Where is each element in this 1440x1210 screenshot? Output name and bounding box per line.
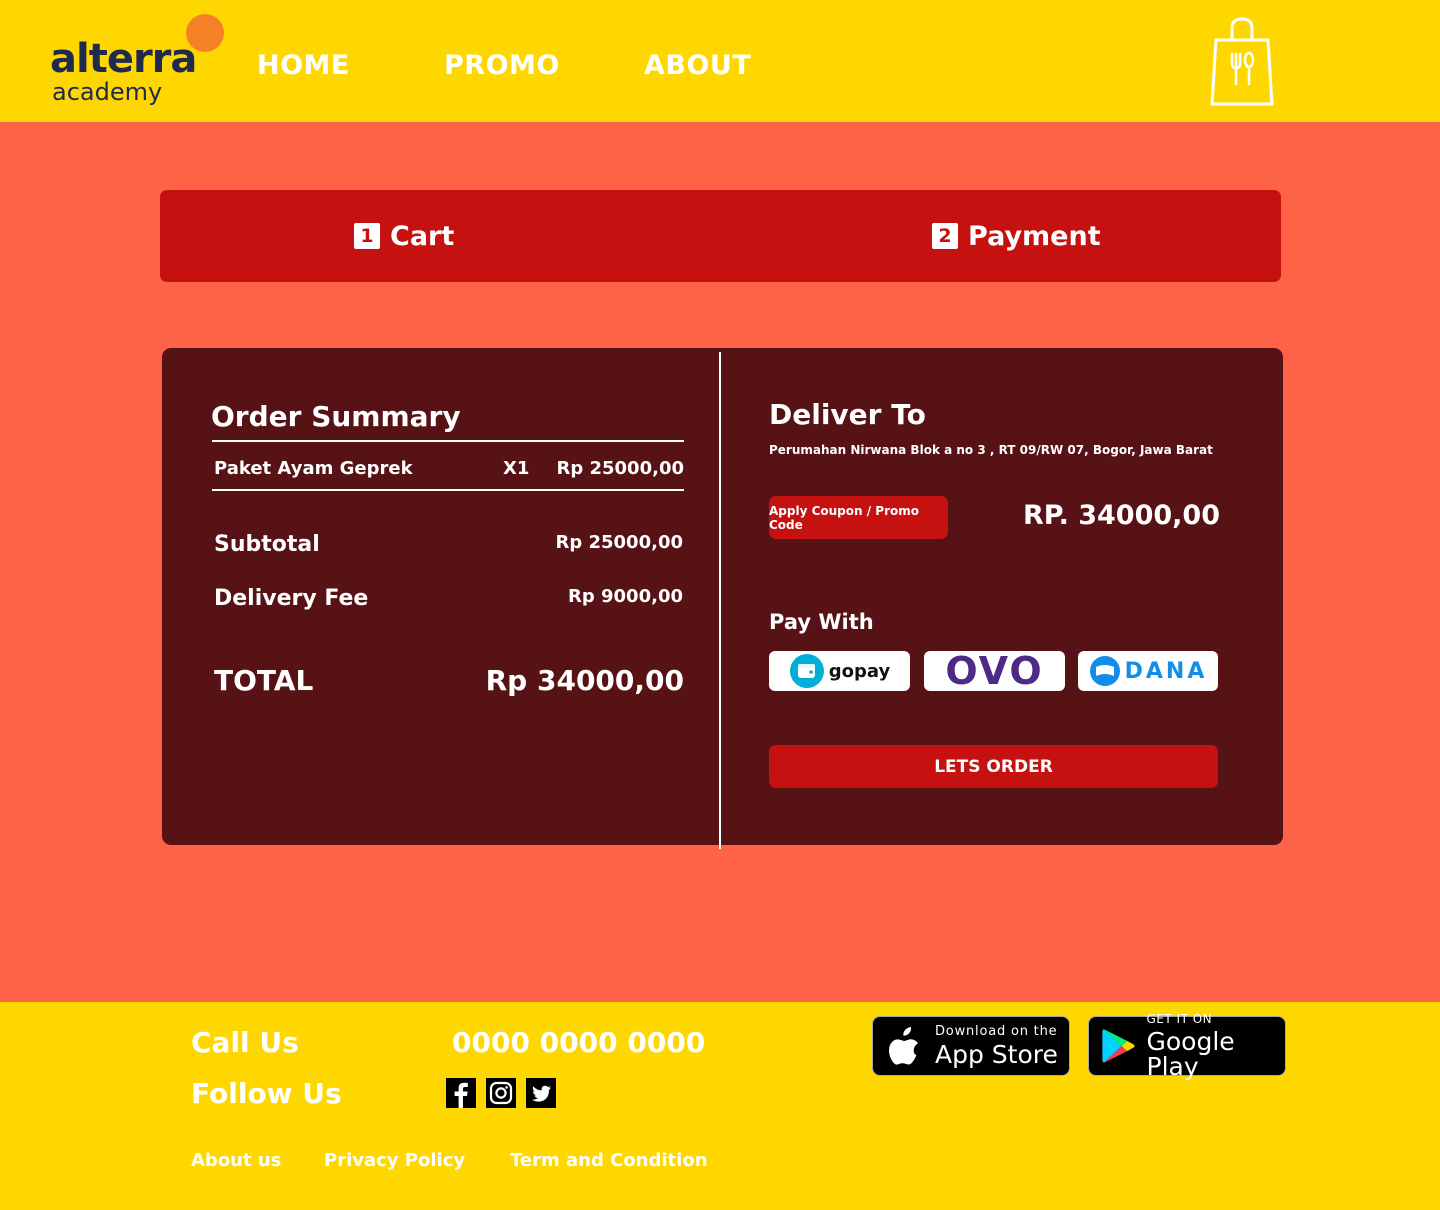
site-header: alterra academy HOME PROMO ABOUT <box>0 0 1440 122</box>
site-footer: Call Us 0000 0000 0000 Follow Us Downloa… <box>0 1002 1440 1210</box>
payment-option-dana[interactable]: DANA <box>1078 651 1218 691</box>
subtotal-label: Subtotal <box>214 532 320 557</box>
apple-icon <box>889 1027 918 1065</box>
lets-order-button[interactable]: LETS ORDER <box>769 745 1218 788</box>
app-store-small-text: Download on the <box>935 1024 1058 1039</box>
step-number-badge: 2 <box>932 223 958 249</box>
item-price: Rp 25000,00 <box>556 458 684 479</box>
delivery-fee-value: Rp 9000,00 <box>568 586 683 607</box>
checkout-card: Order Summary Paket Ayam Geprek X1 Rp 25… <box>162 348 1283 849</box>
subtotal-value: Rp 25000,00 <box>555 532 683 553</box>
step-cart[interactable]: 1 Cart <box>354 190 454 282</box>
item-quantity: X1 <box>503 458 530 479</box>
google-play-icon <box>1102 1029 1135 1063</box>
app-store-button[interactable]: Download on the App Store <box>872 1016 1070 1076</box>
total-label: TOTAL <box>214 664 314 697</box>
dana-icon <box>1089 656 1120 686</box>
summary-divider-bottom <box>212 489 684 491</box>
summary-divider-top <box>212 440 684 442</box>
shopping-bag-icon[interactable] <box>1208 16 1276 108</box>
delivery-address: Perumahan Nirwana Blok a no 3 , RT 09/RW… <box>769 443 1213 457</box>
step-number-badge: 1 <box>354 223 380 249</box>
instagram-icon[interactable] <box>486 1078 516 1108</box>
delivery-fee-label: Delivery Fee <box>214 586 369 611</box>
nav-about-link[interactable]: ABOUT <box>644 50 751 81</box>
item-name: Paket Ayam Geprek <box>214 458 413 479</box>
google-play-small-text: GET IT ON <box>1146 1012 1213 1026</box>
nav-promo-link[interactable]: PROMO <box>444 50 560 81</box>
gopay-label: gopay <box>828 660 891 682</box>
payable-amount: RP. 34000,00 <box>1022 500 1220 531</box>
nav-home-link[interactable]: HOME <box>257 50 350 81</box>
pay-with-label: Pay With <box>769 610 874 634</box>
dana-label: DANA <box>1124 658 1208 684</box>
logo-brand-text: alterra <box>50 36 197 82</box>
step-label: Payment <box>968 220 1101 252</box>
footer-link-privacy-policy[interactable]: Privacy Policy <box>324 1150 465 1171</box>
ovo-logo-text: OVO <box>945 649 1044 693</box>
google-play-big-text: Google Play <box>1146 1027 1235 1081</box>
twitter-icon[interactable] <box>526 1078 556 1108</box>
app-store-big-text: App Store <box>935 1040 1058 1069</box>
payment-option-gopay[interactable]: gopay <box>769 651 910 691</box>
checkout-steps-bar: 1 Cart 2 Payment <box>160 190 1281 282</box>
alterra-logo[interactable]: alterra academy <box>50 14 230 110</box>
footer-link-terms[interactable]: Term and Condition <box>510 1150 708 1171</box>
phone-number[interactable]: 0000 0000 0000 <box>452 1026 705 1059</box>
order-summary-title: Order Summary <box>211 400 461 433</box>
call-us-label: Call Us <box>191 1026 299 1059</box>
step-payment[interactable]: 2 Payment <box>932 190 1101 282</box>
apply-coupon-button[interactable]: Apply Coupon / Promo Code <box>769 496 948 539</box>
payment-option-ovo[interactable]: OVO <box>924 651 1065 691</box>
deliver-to-title: Deliver To <box>769 398 926 431</box>
footer-link-about-us[interactable]: About us <box>191 1150 281 1171</box>
step-label: Cart <box>390 220 455 252</box>
follow-us-label: Follow Us <box>191 1077 342 1110</box>
total-value: Rp 34000,00 <box>485 664 684 697</box>
gopay-icon <box>789 654 824 688</box>
card-vertical-divider <box>719 352 721 849</box>
facebook-icon[interactable] <box>446 1078 476 1108</box>
logo-sub-text: academy <box>52 78 163 106</box>
google-play-button[interactable]: GET IT ON Google Play <box>1088 1012 1286 1081</box>
